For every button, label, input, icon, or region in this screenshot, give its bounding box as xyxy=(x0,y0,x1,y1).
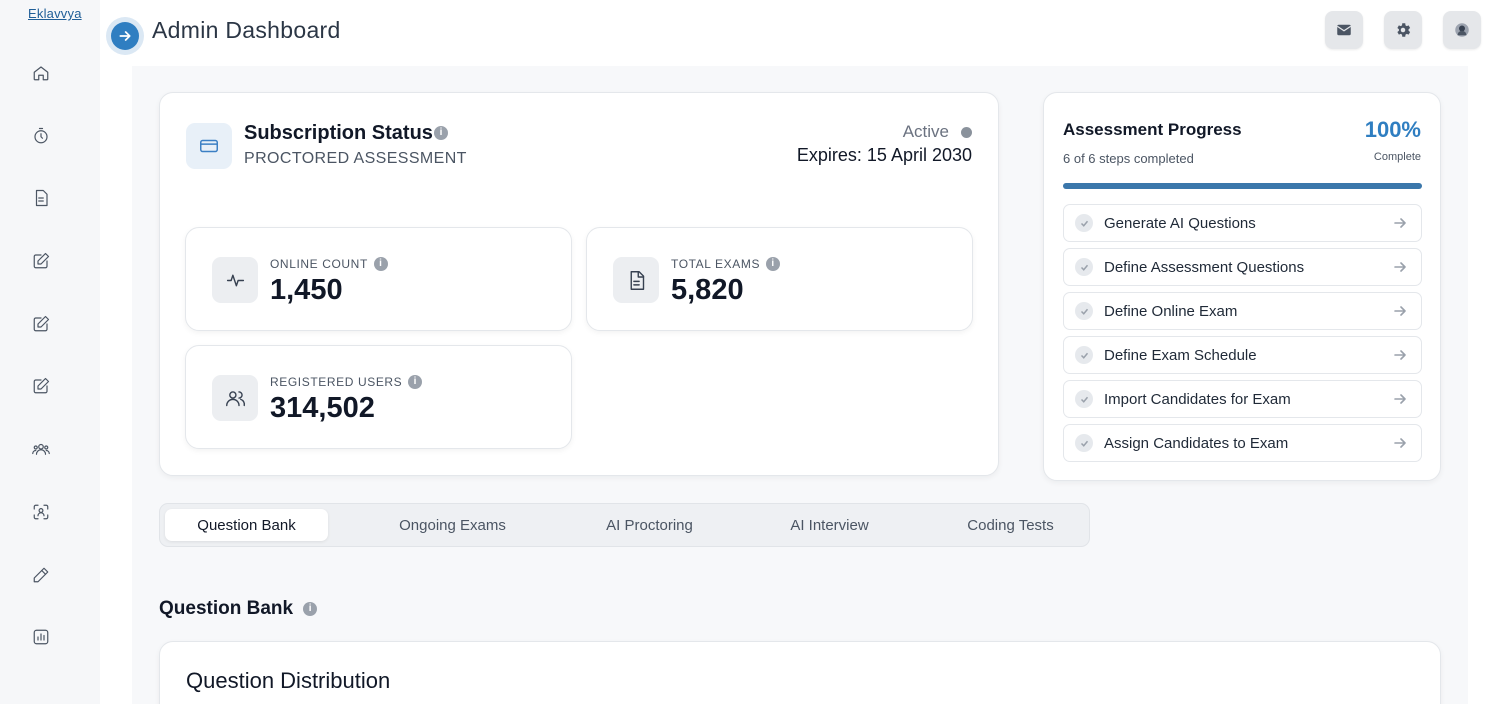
document-icon[interactable] xyxy=(31,188,51,208)
stat-card-registered-users: REGISTERED USERS i 314,502 xyxy=(185,345,572,449)
progress-title: Assessment Progress xyxy=(1063,120,1242,139)
progress-step-label: Define Exam Schedule xyxy=(1104,346,1257,364)
check-icon xyxy=(1075,258,1093,276)
info-icon[interactable]: i xyxy=(408,375,423,389)
info-icon[interactable]: i xyxy=(303,602,318,616)
progress-bar xyxy=(1063,183,1422,189)
stat-value: 1,450 xyxy=(270,274,343,306)
progress-percent: 100% xyxy=(1364,117,1421,142)
info-icon[interactable]: i xyxy=(766,257,781,271)
status-text: Active xyxy=(902,122,949,141)
section-title-text: Question Bank xyxy=(159,598,294,619)
progress-subtitle: 6 of 6 steps completed xyxy=(1063,151,1194,166)
progress-step-item[interactable]: Define Assessment Questions xyxy=(1063,248,1422,286)
check-icon xyxy=(1075,302,1093,320)
stat-card-total-exams: TOTAL EXAMS i 5,820 xyxy=(586,227,973,331)
tab-question-bank[interactable]: Question Bank xyxy=(165,509,328,541)
gear-icon xyxy=(1397,23,1411,37)
stat-label-text: REGISTERED USERS xyxy=(270,375,403,389)
status-dot-icon xyxy=(961,126,972,138)
stat-value: 5,820 xyxy=(671,274,744,306)
progress-step-item[interactable]: Generate AI Questions xyxy=(1063,204,1422,242)
edit-square-icon[interactable] xyxy=(31,251,51,271)
assessment-progress-card: Assessment Progress 6 of 6 steps complet… xyxy=(1043,92,1441,481)
arrow-right-icon xyxy=(1394,216,1408,230)
settings-button[interactable] xyxy=(1384,11,1422,49)
arrow-right-icon xyxy=(1394,304,1408,318)
mail-icon xyxy=(1336,24,1352,36)
progress-step-label: Define Online Exam xyxy=(1104,302,1238,320)
card-title: Question Distribution xyxy=(186,668,391,693)
pencil-icon[interactable] xyxy=(31,565,51,585)
progress-step-label: Generate AI Questions xyxy=(1104,214,1256,232)
credit-card-icon xyxy=(186,123,232,169)
info-icon[interactable]: i xyxy=(373,257,388,271)
progress-step-label: Define Assessment Questions xyxy=(1104,258,1305,276)
arrow-right-icon xyxy=(1394,348,1408,362)
arrow-right-icon xyxy=(111,22,139,50)
expiry-date: Expires: 15 April 2030 xyxy=(796,145,972,165)
tab-bar: Question Bank Ongoing Exams AI Proctorin… xyxy=(159,503,1090,547)
sidebar: Eklavvya xyxy=(0,0,100,704)
progress-complete-label: Complete xyxy=(1373,151,1421,163)
arrow-right-icon xyxy=(1394,260,1408,274)
tab-ongoing-exams[interactable]: Ongoing Exams xyxy=(370,509,535,541)
mail-button[interactable] xyxy=(1325,11,1363,49)
stat-value: 314,502 xyxy=(270,392,375,424)
stat-label: ONLINE COUNT i xyxy=(270,257,388,271)
stat-label: REGISTERED USERS i xyxy=(270,375,423,389)
progress-step-item[interactable]: Define Online Exam xyxy=(1063,292,1422,330)
user-avatar-button[interactable] xyxy=(1443,11,1481,49)
users-icon xyxy=(212,375,258,421)
edit-square-icon[interactable] xyxy=(31,376,51,396)
question-distribution-card: Question Distribution xyxy=(159,641,1441,704)
subscription-type: PROCTORED ASSESSMENT xyxy=(244,150,467,167)
status-badge: Active xyxy=(903,122,972,142)
page-title: Admin Dashboard xyxy=(152,17,341,43)
progress-step-item[interactable]: Assign Candidates to Exam xyxy=(1063,424,1422,462)
check-icon xyxy=(1075,346,1093,364)
info-icon[interactable]: i xyxy=(434,126,448,140)
tab-ai-proctoring[interactable]: AI Proctoring xyxy=(568,509,731,541)
avatar xyxy=(1455,23,1469,37)
edit-square-icon[interactable] xyxy=(31,314,51,334)
check-icon xyxy=(1075,390,1093,408)
tab-ai-interview[interactable]: AI Interview xyxy=(748,509,911,541)
check-icon xyxy=(1075,434,1093,452)
progress-bar-fill xyxy=(1063,183,1422,189)
check-icon xyxy=(1075,214,1093,232)
brand-logo[interactable]: Eklavvya xyxy=(28,6,82,21)
file-text-icon xyxy=(613,257,659,303)
arrow-right-icon xyxy=(1394,436,1408,450)
stat-label-text: TOTAL EXAMS xyxy=(671,257,761,271)
report-chart-icon[interactable] xyxy=(31,627,51,647)
face-scan-icon[interactable] xyxy=(31,502,51,522)
progress-step-item[interactable]: Import Candidates for Exam xyxy=(1063,380,1422,418)
progress-step-label: Import Candidates for Exam xyxy=(1104,390,1291,408)
stat-label-text: ONLINE COUNT xyxy=(270,257,368,271)
progress-step-item[interactable]: Define Exam Schedule xyxy=(1063,336,1422,374)
timer-icon[interactable] xyxy=(31,126,51,146)
users-group-icon[interactable] xyxy=(31,439,51,459)
home-icon[interactable] xyxy=(31,63,51,83)
stat-label: TOTAL EXAMS i xyxy=(671,257,781,271)
stat-card-online-count: ONLINE COUNT i 1,450 xyxy=(185,227,572,331)
subscription-title: Subscription Status xyxy=(244,122,433,144)
arrow-right-icon xyxy=(1394,392,1408,406)
progress-step-label: Assign Candidates to Exam xyxy=(1104,434,1289,452)
activity-pulse-icon xyxy=(212,257,258,303)
section-title: Question Bank i xyxy=(159,598,318,620)
tab-coding-tests[interactable]: Coding Tests xyxy=(929,509,1092,541)
sidebar-toggle-button[interactable] xyxy=(106,17,144,55)
